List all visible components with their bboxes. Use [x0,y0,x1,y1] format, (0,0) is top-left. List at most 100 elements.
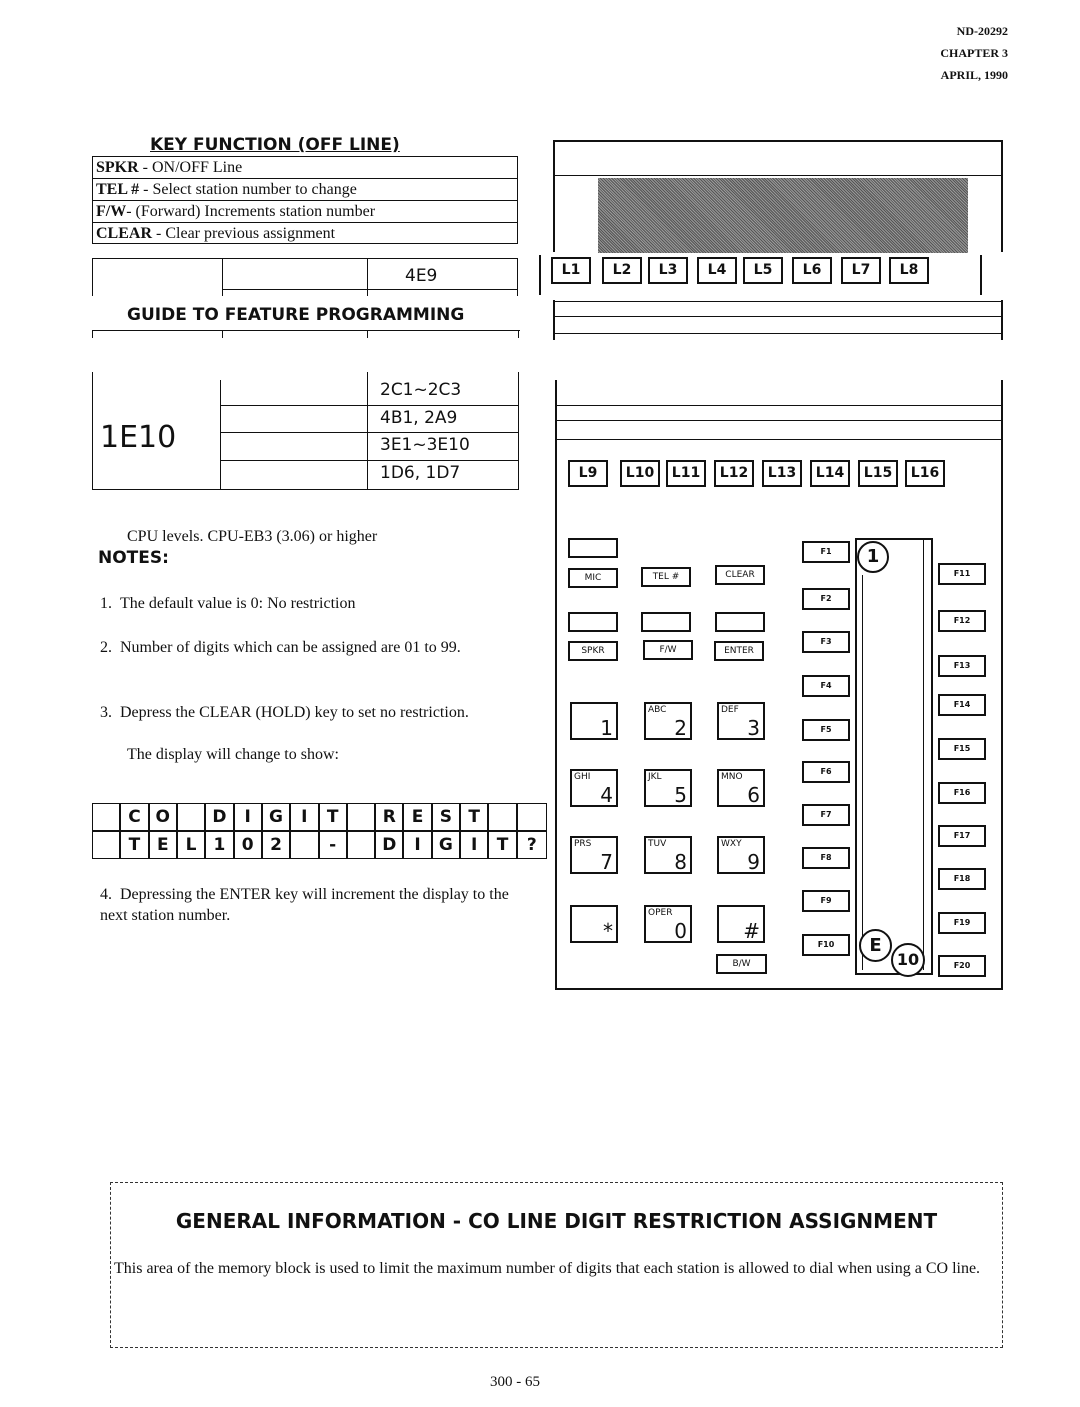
display-cell [93,804,122,830]
function-key-f20[interactable]: F20 [938,955,986,977]
dial-key-9[interactable]: * [570,905,618,943]
function-key-f14[interactable]: F14 [938,694,986,716]
blank-key[interactable] [715,612,765,632]
dial-digit: # [743,919,760,943]
function-key-f17[interactable]: F17 [938,825,986,847]
function-key-f8[interactable]: F8 [802,847,850,869]
display-cell: S [433,804,462,830]
dial-key-1[interactable]: ABC 2 [644,702,692,740]
line-key-l1[interactable]: L1 [551,257,591,284]
line-key-l2[interactable]: L2 [602,257,642,284]
enter-key[interactable]: ENTER [714,641,764,661]
dial-key-7[interactable]: TUV 8 [644,836,692,874]
display-cell [348,804,377,830]
dial-key-4[interactable]: JKL 5 [644,769,692,807]
line-key-l5[interactable]: L5 [743,257,783,284]
line-key-l9[interactable]: L9 [568,460,608,487]
doc-number: ND-20292 [956,24,1008,38]
guide-entry: 4B1, 2A9 [380,408,458,428]
tel-key[interactable]: TEL # [641,567,691,587]
dial-digit: 3 [747,716,760,740]
designation-strip [855,538,933,975]
line-key-l3[interactable]: L3 [648,257,688,284]
dial-key-5[interactable]: MNO 6 [717,769,765,807]
date: APRIL, 1990 [940,68,1008,82]
function-key-f18[interactable]: F18 [938,868,986,890]
function-key-f7[interactable]: F7 [802,804,850,826]
function-key-f11[interactable]: F11 [938,563,986,585]
dial-digit: 6 [747,783,760,807]
dial-key-8[interactable]: WXY 9 [717,836,765,874]
function-key-f10[interactable]: F10 [802,934,850,956]
line-key-l4[interactable]: L4 [697,257,737,284]
function-key-f4[interactable]: F4 [802,675,850,697]
display-cell: G [263,804,292,830]
blank-key[interactable] [641,612,691,632]
function-key-f9[interactable]: F9 [802,890,850,912]
dial-digit: 1 [600,716,613,740]
display-cell: E [404,804,433,830]
fw-key[interactable]: F/W [643,640,693,660]
function-key-f3[interactable]: F3 [802,631,850,653]
line-key-l11[interactable]: L11 [666,460,706,487]
mic-key[interactable]: MIC [568,568,618,588]
display-cell [93,832,122,858]
dial-letters: MNO [721,772,743,782]
display-cell: E [150,832,178,858]
function-key-f2[interactable]: F2 [802,588,850,610]
display-cell: I [461,832,490,858]
general-info-title: GENERAL INFORMATION - CO LINE DIGIT REST… [175,1209,938,1233]
clear-key[interactable]: CLEAR [715,565,765,585]
function-key-f19[interactable]: F19 [938,912,986,934]
display-cell [518,804,546,830]
display-row-2: T E L 1 0 2- D I G I T? [92,831,547,859]
display-row-1: CODIGITREST [92,803,547,831]
dial-digit: 9 [747,850,760,874]
dial-key-11[interactable]: # [717,905,765,943]
partial-table [92,258,518,296]
blank-key[interactable] [568,538,618,558]
line-key-l12[interactable]: L12 [714,460,754,487]
document-page: ND-20292 CHAPTER 3 APRIL, 1990 KEY FUNCT… [0,0,1080,1407]
key-row: CLEAR - Clear previous assignment [92,222,518,244]
key-row: F/W- (Forward) Increments station number [92,200,518,222]
key-name: CLEAR [96,225,153,242]
dial-digit: 2 [674,716,687,740]
line-key-l14[interactable]: L14 [810,460,850,487]
function-key-f12[interactable]: F12 [938,610,986,632]
dial-key-3[interactable]: GHI 4 [570,769,618,807]
function-key-f16[interactable]: F16 [938,782,986,804]
dial-key-2[interactable]: DEF 3 [717,702,765,740]
general-info-body: This area of the memory block is used to… [114,1260,981,1277]
function-key-f1[interactable]: F1 [802,541,850,563]
lcd-display [598,178,968,253]
line-key-l10[interactable]: L10 [620,460,660,487]
key-desc: - Select station number to change [139,181,357,198]
function-key-f5[interactable]: F5 [802,719,850,741]
dial-letters: OPER [648,908,673,918]
memory-block: 1E10 [100,420,177,455]
chapter: CHAPTER 3 [940,46,1008,60]
display-cell: G [433,832,462,858]
display-cell: - [320,832,348,858]
spkr-key[interactable]: SPKR [568,641,618,661]
line-key-l8[interactable]: L8 [889,257,929,284]
key-function-title: KEY FUNCTION (OFF LINE) [150,135,400,155]
dial-key-6[interactable]: PRS 7 [570,836,618,874]
line-key-l6[interactable]: L6 [792,257,832,284]
display-cell: D [376,832,405,858]
function-key-f13[interactable]: F13 [938,655,986,677]
display-cell: T [121,832,150,858]
line-key-l13[interactable]: L13 [762,460,802,487]
blank-key[interactable] [568,612,618,632]
function-key-f15[interactable]: F15 [938,738,986,760]
line-key-l15[interactable]: L15 [858,460,898,487]
dial-digit: * [603,919,613,943]
function-key-f6[interactable]: F6 [802,761,850,783]
dial-key-0[interactable]: 1 [570,702,618,740]
dial-key-10[interactable]: OPER 0 [644,905,692,943]
cpu-note: CPU levels. CPU-EB3 (3.06) or higher [127,528,378,545]
line-key-l16[interactable]: L16 [905,460,945,487]
bw-key[interactable]: B/W [716,954,767,974]
line-key-l7[interactable]: L7 [841,257,881,284]
